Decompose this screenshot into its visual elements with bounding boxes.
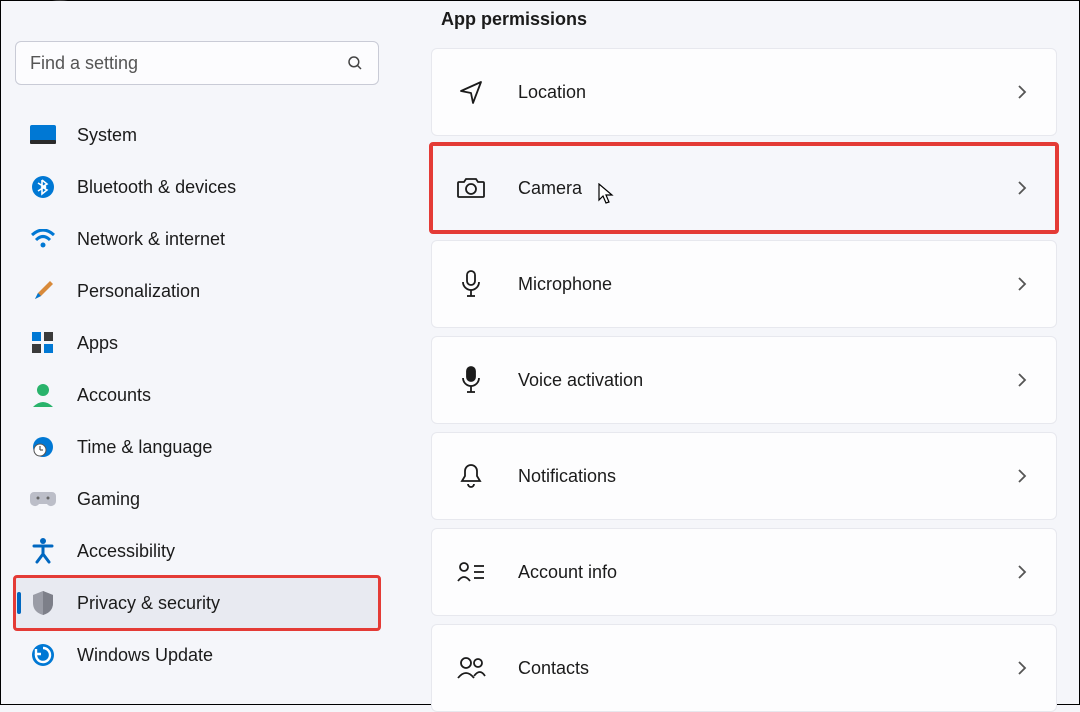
permissions-list: Location Camera Microphone bbox=[431, 48, 1057, 712]
microphone-icon bbox=[456, 269, 486, 299]
gamepad-icon bbox=[29, 485, 57, 513]
chevron-right-icon bbox=[1012, 178, 1032, 198]
permission-label: Camera bbox=[518, 178, 582, 199]
paintbrush-icon bbox=[29, 277, 57, 305]
shield-icon bbox=[29, 589, 57, 617]
chevron-right-icon bbox=[1012, 466, 1032, 486]
avatar bbox=[29, 0, 91, 3]
sidebar-item-system[interactable]: System bbox=[15, 109, 379, 161]
sidebar-item-apps[interactable]: Apps bbox=[15, 317, 379, 369]
sidebar-item-privacy-security[interactable]: Privacy & security bbox=[15, 577, 379, 629]
globe-clock-icon bbox=[29, 433, 57, 461]
voice-activation-icon bbox=[456, 365, 486, 395]
sidebar-item-gaming[interactable]: Gaming bbox=[15, 473, 379, 525]
sidebar-item-label: Bluetooth & devices bbox=[77, 177, 236, 198]
section-title: App permissions bbox=[441, 9, 1057, 30]
permission-camera[interactable]: Camera bbox=[431, 144, 1057, 232]
system-icon bbox=[29, 121, 57, 149]
person-icon bbox=[29, 381, 57, 409]
sidebar-item-bluetooth[interactable]: Bluetooth & devices bbox=[15, 161, 379, 213]
chevron-right-icon bbox=[1012, 370, 1032, 390]
permission-voice-activation[interactable]: Voice activation bbox=[431, 336, 1057, 424]
permission-label: Location bbox=[518, 82, 586, 103]
search-icon bbox=[346, 54, 364, 72]
permission-account-info[interactable]: Account info bbox=[431, 528, 1057, 616]
sidebar-item-label: System bbox=[77, 125, 137, 146]
contacts-icon bbox=[456, 653, 486, 683]
search-input[interactable] bbox=[30, 53, 346, 74]
chevron-right-icon bbox=[1012, 82, 1032, 102]
permission-label: Account info bbox=[518, 562, 617, 583]
sidebar-item-label: Privacy & security bbox=[77, 593, 220, 614]
permission-label: Contacts bbox=[518, 658, 589, 679]
apps-icon bbox=[29, 329, 57, 357]
main-panel: App permissions Location Camera bbox=[393, 1, 1079, 704]
sidebar-item-label: Accounts bbox=[77, 385, 151, 406]
sidebar-item-label: Gaming bbox=[77, 489, 140, 510]
permission-microphone[interactable]: Microphone bbox=[431, 240, 1057, 328]
location-icon bbox=[456, 77, 486, 107]
permission-label: Voice activation bbox=[518, 370, 643, 391]
sidebar-item-personalization[interactable]: Personalization bbox=[15, 265, 379, 317]
sidebar-item-windows-update[interactable]: Windows Update bbox=[15, 629, 379, 681]
wifi-icon bbox=[29, 225, 57, 253]
chevron-right-icon bbox=[1012, 274, 1032, 294]
permission-label: Microphone bbox=[518, 274, 612, 295]
permission-location[interactable]: Location bbox=[431, 48, 1057, 136]
sidebar-item-label: Time & language bbox=[77, 437, 212, 458]
bell-icon bbox=[456, 461, 486, 491]
permission-contacts[interactable]: Contacts bbox=[431, 624, 1057, 712]
search-box[interactable] bbox=[15, 41, 379, 85]
sidebar-item-label: Personalization bbox=[77, 281, 200, 302]
sidebar-item-label: Accessibility bbox=[77, 541, 175, 562]
sidebar-item-label: Windows Update bbox=[77, 645, 213, 666]
chevron-right-icon bbox=[1012, 658, 1032, 678]
chevron-right-icon bbox=[1012, 562, 1032, 582]
sidebar: System Bluetooth & devices Network & int… bbox=[1, 1, 393, 704]
update-icon bbox=[29, 641, 57, 669]
bluetooth-icon bbox=[29, 173, 57, 201]
camera-icon bbox=[456, 173, 486, 203]
sidebar-item-label: Network & internet bbox=[77, 229, 225, 250]
permission-notifications[interactable]: Notifications bbox=[431, 432, 1057, 520]
account-info-icon bbox=[456, 557, 486, 587]
accessibility-icon bbox=[29, 537, 57, 565]
sidebar-item-time-language[interactable]: Time & language bbox=[15, 421, 379, 473]
sidebar-item-accounts[interactable]: Accounts bbox=[15, 369, 379, 421]
sidebar-item-accessibility[interactable]: Accessibility bbox=[15, 525, 379, 577]
sidebar-item-label: Apps bbox=[77, 333, 118, 354]
nav: System Bluetooth & devices Network & int… bbox=[15, 109, 379, 681]
permission-label: Notifications bbox=[518, 466, 616, 487]
sidebar-item-network[interactable]: Network & internet bbox=[15, 213, 379, 265]
